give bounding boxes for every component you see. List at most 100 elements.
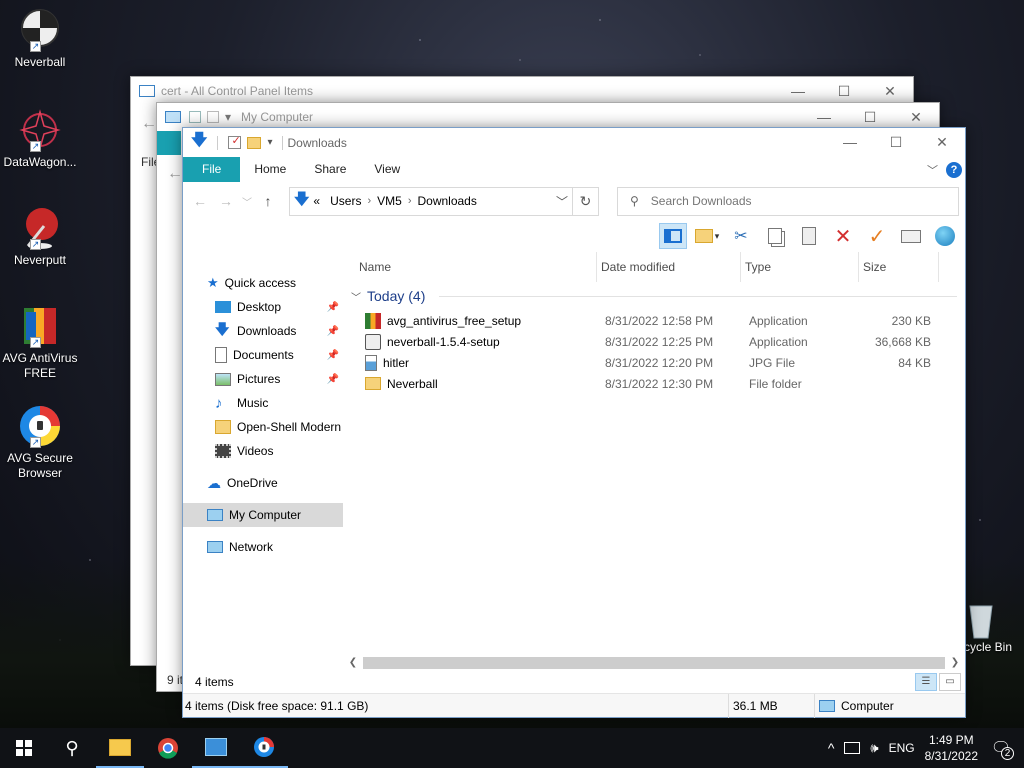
nav-my-computer[interactable]: My Computer — [183, 503, 343, 527]
refresh-button[interactable]: ↻ — [572, 187, 598, 215]
nav-network[interactable]: Network — [183, 535, 343, 559]
scrollbar-thumb[interactable] — [363, 656, 945, 669]
volume-icon[interactable]: 🕪 — [870, 740, 878, 756]
back-arrow-icon[interactable]: ← — [167, 165, 183, 183]
shortcut-arrow-icon: ↗ — [30, 437, 41, 448]
file-row[interactable]: neverball-1.5.4-setup 8/31/2022 12:25 PM… — [343, 331, 965, 352]
back-arrow-icon[interactable]: ← — [141, 115, 157, 133]
address-bar[interactable]: 🡇 « Users › VM5 › Downloads ﹀ ↻ — [289, 186, 599, 216]
back-button[interactable]: ← — [189, 193, 211, 209]
scroll-right-arrow[interactable]: ❯ — [949, 657, 961, 668]
nav-downloads[interactable]: 🡇 Downloads 📌 — [183, 319, 343, 343]
nav-quick-access[interactable]: ★ Quick access — [183, 271, 343, 295]
notification-count: 2 — [1001, 747, 1014, 760]
new-folder-icon[interactable] — [247, 136, 262, 149]
taskbar-control-panel[interactable] — [192, 728, 240, 768]
desktop-icon-avg-antivirus[interactable]: ↗ AVG AntiVirus FREE — [2, 304, 78, 381]
start-button[interactable] — [0, 728, 48, 768]
pictures-icon — [215, 372, 231, 386]
show-hidden-icons-chevron[interactable]: ^ — [828, 740, 835, 756]
minimize-button[interactable]: — — [801, 109, 847, 126]
breadcrumb-overflow[interactable]: « — [309, 194, 324, 208]
address-dropdown-icon[interactable]: ﹀ — [552, 193, 572, 210]
avg-browser-icon: ↗ — [18, 404, 62, 448]
search-button[interactable]: ⚲ — [48, 728, 96, 768]
desktop-icon-neverball[interactable]: ↗ Neverball — [2, 8, 78, 70]
close-button[interactable]: ✕ — [867, 83, 913, 100]
breadcrumb-vm5[interactable]: VM5 — [371, 194, 408, 208]
cut-button[interactable]: ✂ — [727, 223, 755, 249]
new-folder-button[interactable]: ▾ — [693, 223, 721, 249]
nav-videos[interactable]: Videos — [183, 439, 343, 463]
up-button[interactable]: ↑ — [257, 193, 279, 209]
downloads-explorer-window[interactable]: 🡇 ✓ ▾ Downloads — ☐ ✕ File Home Share View… — [182, 127, 966, 718]
maximize-button[interactable]: ☐ — [821, 83, 867, 100]
recent-locations-button[interactable]: ﹀ — [241, 194, 253, 209]
datawagon-icon: ↗ — [18, 108, 62, 152]
language-indicator[interactable]: ENG — [889, 741, 915, 755]
maximize-button[interactable]: ☐ — [873, 134, 919, 151]
desktop-icon-neverputt[interactable]: ↗ Neverputt — [2, 206, 78, 268]
tab-share[interactable]: Share — [300, 157, 360, 182]
taskbar: ⚲ ^ 🕪 ENG 1:49 PM 8/31/2022 🗨 2 — [0, 728, 1024, 768]
desktop-icon-avg-browser[interactable]: ↗ AVG Secure Browser — [2, 404, 78, 481]
large-icons-view-button[interactable]: ▭ — [939, 673, 961, 691]
desktop-icon — [215, 301, 231, 313]
tab-home[interactable]: Home — [240, 157, 300, 182]
globe-button[interactable] — [931, 223, 959, 249]
horizontal-scrollbar[interactable]: ❮ ❯ — [347, 654, 961, 671]
desktop-icon-datawagon[interactable]: ↗ DataWagon... — [2, 108, 78, 170]
close-button[interactable]: ✕ — [893, 109, 939, 126]
column-name[interactable]: Name — [343, 252, 597, 282]
clock[interactable]: 1:49 PM 8/31/2022 — [925, 732, 978, 764]
minimize-button[interactable]: — — [775, 83, 821, 100]
ribbon-expand-icon[interactable]: ﹀ — [927, 162, 938, 178]
desktop-icon-label: Neverball — [14, 55, 66, 69]
column-date-modified[interactable]: Date modified — [597, 252, 741, 282]
forward-button[interactable]: → — [215, 193, 237, 209]
nav-onedrive[interactable]: ☁ OneDrive — [183, 471, 343, 495]
delete-button[interactable]: ✕ — [829, 223, 857, 249]
music-note-icon: ♪ — [215, 394, 223, 412]
rename-button[interactable]: ✓ — [863, 223, 891, 249]
nav-open-shell[interactable]: Open-Shell Modern — [183, 415, 343, 439]
file-row[interactable]: Neverball 8/31/2022 12:30 PM File folder — [343, 373, 965, 394]
nav-music[interactable]: ♪ Music — [183, 391, 343, 415]
search-input[interactable] — [650, 194, 958, 208]
column-type[interactable]: Type — [741, 252, 859, 282]
minimize-button[interactable]: — — [827, 134, 873, 151]
nav-pictures[interactable]: Pictures 📌 — [183, 367, 343, 391]
taskbar-chrome[interactable] — [144, 728, 192, 768]
scroll-left-arrow[interactable]: ❮ — [347, 657, 359, 668]
properties-icon[interactable]: ✓ — [228, 135, 242, 149]
help-button[interactable]: ? — [946, 161, 962, 178]
qat-customize-icon[interactable]: ▾ — [267, 137, 272, 148]
taskbar-file-explorer[interactable] — [96, 728, 144, 768]
notifications-button[interactable]: 🗨 2 — [988, 738, 1014, 760]
preview-pane-button[interactable] — [659, 223, 687, 249]
maximize-button[interactable]: ☐ — [847, 109, 893, 126]
tab-file[interactable]: File — [183, 157, 241, 182]
properties-button[interactable] — [897, 223, 925, 249]
column-size[interactable]: Size — [859, 252, 939, 282]
tab-view[interactable]: View — [360, 157, 414, 182]
desktop-icon-recycle-bin[interactable]: cycle Bin — [964, 600, 1024, 654]
taskbar-avg-browser[interactable] — [240, 728, 288, 768]
search-box[interactable]: ⚲ — [617, 186, 959, 216]
download-arrow-icon: 🡇 — [294, 190, 310, 208]
close-button[interactable]: ✕ — [919, 134, 965, 151]
breadcrumb-users[interactable]: Users — [324, 194, 367, 208]
nav-desktop[interactable]: Desktop 📌 — [183, 295, 343, 319]
details-view-button[interactable]: ☰ — [915, 673, 937, 691]
search-icon: ⚲ — [630, 194, 639, 208]
network-icon[interactable] — [844, 742, 861, 754]
group-header-today[interactable]: ﹀ Today (4) — [343, 282, 965, 310]
file-row[interactable]: hitler 8/31/2022 12:20 PM JPG File 84 KB — [343, 352, 965, 373]
copy-button[interactable] — [761, 223, 789, 249]
file-row[interactable]: avg_antivirus_free_setup 8/31/2022 12:58… — [343, 310, 965, 331]
control-panel-icon — [205, 738, 227, 756]
document-icon — [215, 347, 227, 363]
paste-button[interactable] — [795, 223, 823, 249]
breadcrumb-downloads[interactable]: Downloads — [411, 194, 482, 208]
nav-documents[interactable]: Documents 📌 — [183, 343, 343, 367]
